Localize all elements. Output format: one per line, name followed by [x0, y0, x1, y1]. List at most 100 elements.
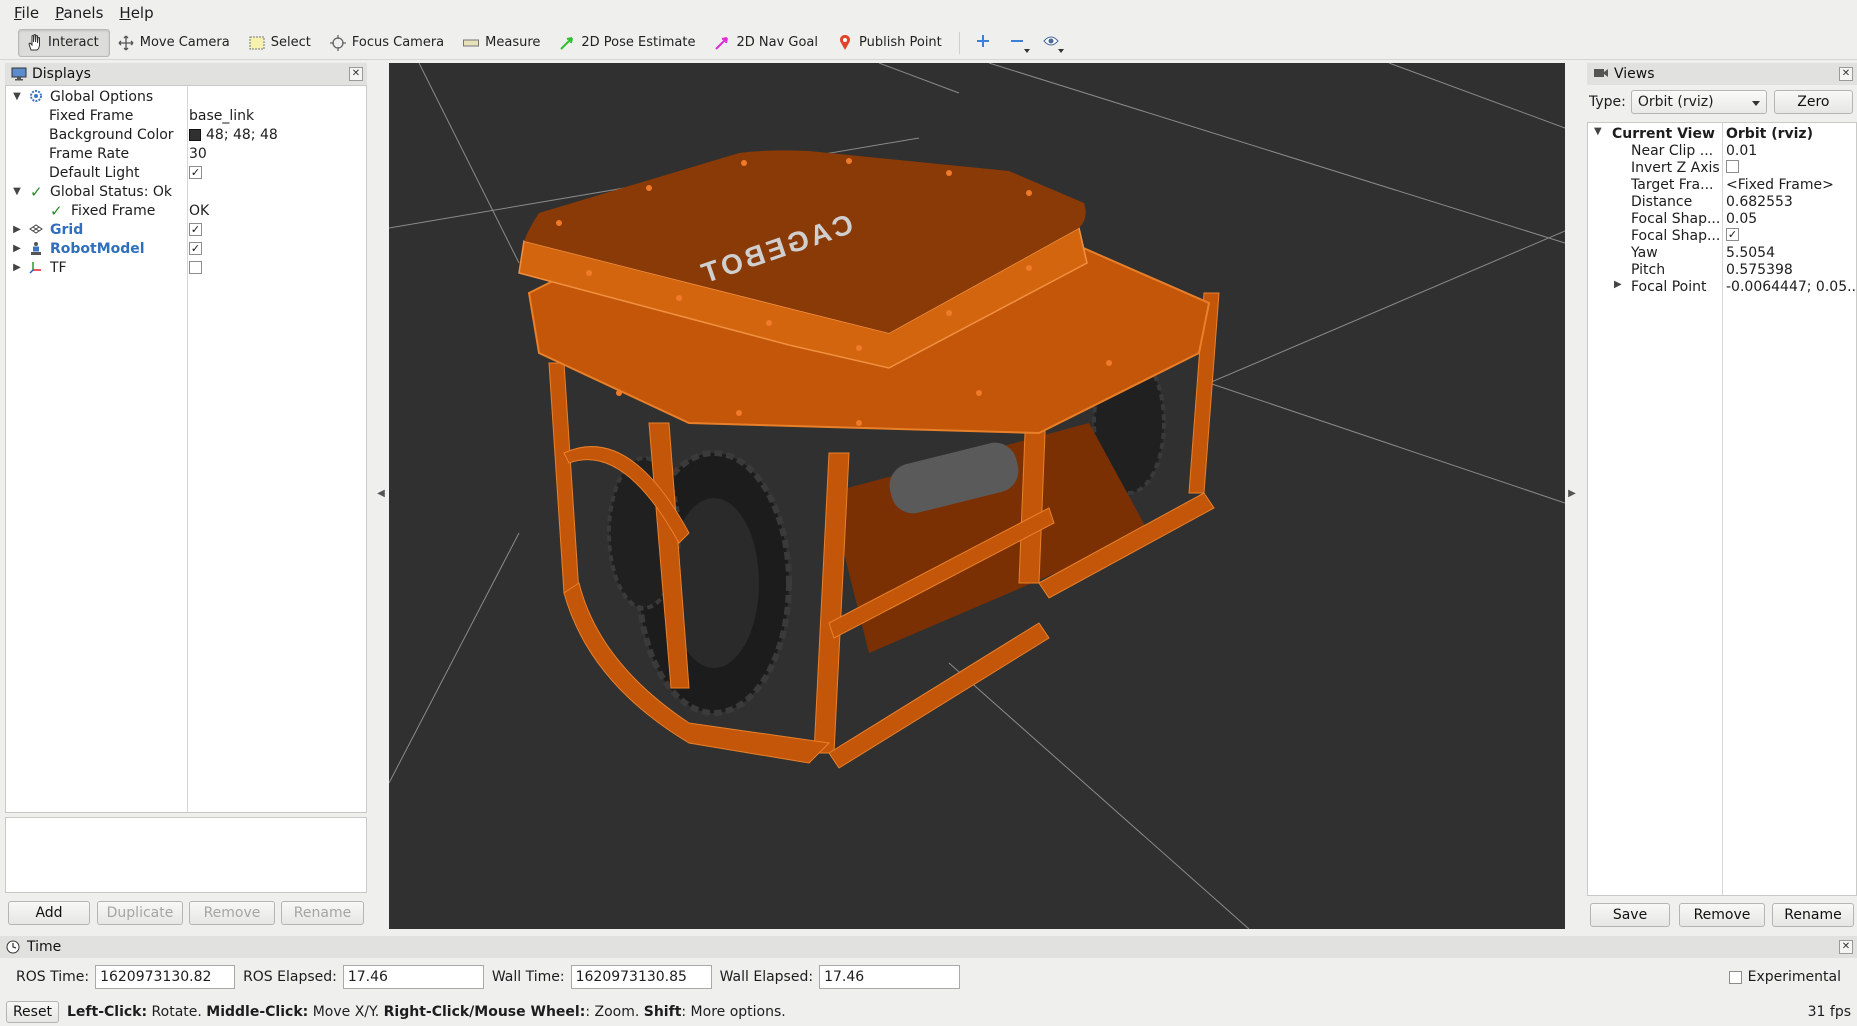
right-splitter-arrow-icon[interactable]: ▶	[1566, 488, 1578, 499]
collapse-arrow-icon[interactable]: ▼	[12, 186, 22, 197]
yaw-value[interactable]: 5.5054	[1726, 245, 1775, 261]
tree-row-distance[interactable]: Distance 0.682553	[1588, 194, 1856, 211]
expand-arrow-icon[interactable]: ▶	[1614, 279, 1622, 290]
tree-row-frame-rate[interactable]: Frame Rate 30	[6, 144, 366, 163]
tree-row-global-options[interactable]: ▼ Global Options	[6, 87, 366, 106]
close-icon[interactable]: ✕	[349, 67, 363, 81]
target-frame-value[interactable]: <Fixed Frame>	[1726, 177, 1834, 193]
tree-row-fixed-frame[interactable]: Fixed Frame base_link	[6, 106, 366, 125]
publish-point-button[interactable]: Publish Point	[829, 29, 953, 57]
left-splitter-arrow-icon[interactable]: ◀	[375, 488, 387, 499]
experimental-checkbox[interactable]	[1728, 970, 1742, 984]
frame-rate-value[interactable]: 30	[189, 146, 207, 162]
publish-point-label: Publish Point	[859, 35, 942, 50]
check-icon: ✓	[50, 201, 63, 220]
remove-tool-button[interactable]	[1000, 29, 1034, 57]
reset-button[interactable]: Reset	[6, 1001, 59, 1023]
distance-value[interactable]: 0.682553	[1726, 194, 1793, 210]
tree-row-grid[interactable]: ▶ Grid ✓	[6, 220, 366, 239]
axes-icon	[29, 260, 43, 278]
duplicate-display-button[interactable]: Duplicate	[97, 901, 183, 925]
tree-row-default-light[interactable]: Default Light ✓	[6, 163, 366, 182]
background-color-value[interactable]: 48; 48; 48	[189, 127, 278, 143]
interact-tool-button[interactable]: Interact	[18, 28, 110, 57]
tree-row-focal-shape-fixed[interactable]: Focal Shap... ✓	[1588, 228, 1856, 245]
tree-row-focal-point[interactable]: ▶ Focal Point -0.0064447; 0.05...	[1588, 279, 1857, 296]
focal-shape-size-value[interactable]: 0.05	[1726, 211, 1757, 227]
add-tool-button[interactable]	[966, 29, 1000, 57]
wall-elapsed-field[interactable]: 17.46	[819, 965, 961, 989]
ros-time-field[interactable]: 1620973130.82	[95, 965, 236, 989]
tree-row-robot-model[interactable]: ▶ RobotModel ✓	[6, 239, 366, 258]
default-light-checkbox[interactable]: ✓	[189, 166, 202, 179]
tree-row-current-view[interactable]: ▼ Current View Orbit (rviz)	[1588, 126, 1856, 143]
remove-view-button[interactable]: Remove	[1679, 903, 1765, 927]
panel-visibility-button[interactable]	[1034, 29, 1068, 57]
tree-row-near-clip[interactable]: Near Clip ... 0.01	[1588, 143, 1856, 160]
pitch-value[interactable]: 0.575398	[1726, 262, 1793, 278]
rename-view-button[interactable]: Rename	[1772, 903, 1854, 927]
background-color-label: Background Color	[49, 126, 174, 143]
robot-model-checkbox[interactable]: ✓	[189, 242, 202, 255]
tree-row-focal-shape-size[interactable]: Focal Shap... 0.05	[1588, 211, 1856, 228]
focal-shape-fixed-checkbox[interactable]: ✓	[1726, 228, 1739, 241]
expand-arrow-icon[interactable]: ▶	[12, 243, 22, 254]
ros-elapsed-field[interactable]: 17.46	[342, 965, 484, 989]
hint-middle-click-desc: Move X/Y.	[308, 1004, 384, 1020]
tree-row-pitch[interactable]: Pitch 0.575398	[1588, 262, 1856, 279]
render-viewport[interactable]: CAGEBOT	[389, 63, 1565, 929]
remove-display-button[interactable]: Remove	[189, 901, 275, 925]
hint-right-click: Right-Click/Mouse Wheel:	[383, 1004, 586, 1020]
current-view-label: Current View	[1612, 126, 1715, 142]
expand-arrow-icon[interactable]: ▶	[12, 224, 22, 235]
tf-label: TF	[50, 259, 67, 276]
zero-view-button[interactable]: Zero	[1773, 90, 1853, 114]
dropdown-arrow-icon	[1023, 48, 1030, 53]
background-color-text: 48; 48; 48	[206, 126, 278, 143]
collapse-arrow-icon[interactable]: ▼	[1594, 126, 1602, 137]
near-clip-value[interactable]: 0.01	[1726, 143, 1757, 159]
check-icon: ✓	[30, 182, 43, 201]
interact-label: Interact	[48, 35, 99, 50]
close-icon[interactable]: ✕	[1839, 940, 1853, 954]
focus-camera-button[interactable]: Focus Camera	[322, 29, 455, 57]
hint-shift: Shift	[643, 1004, 682, 1020]
tree-row-yaw[interactable]: Yaw 5.5054	[1588, 245, 1856, 262]
nav-goal-label: 2D Nav Goal	[736, 35, 819, 50]
ros-elapsed-label: ROS Elapsed:	[243, 969, 337, 985]
nav-goal-button[interactable]: 2D Nav Goal	[706, 29, 829, 57]
experimental-option[interactable]: Experimental	[1728, 969, 1841, 985]
add-display-button[interactable]: Add	[8, 901, 90, 925]
select-button[interactable]: Select	[241, 29, 322, 57]
menu-file[interactable]: File	[14, 4, 39, 22]
tree-row-invert-z[interactable]: Invert Z Axis	[1588, 160, 1856, 177]
wall-time-field[interactable]: 1620973130.85	[570, 965, 712, 989]
grid-checkbox[interactable]: ✓	[189, 223, 202, 236]
invert-z-checkbox[interactable]	[1726, 160, 1739, 173]
focal-point-value[interactable]: -0.0064447; 0.05...	[1726, 279, 1857, 295]
robot-model-label: RobotModel	[50, 240, 145, 257]
menu-panels[interactable]: Panels	[55, 4, 103, 22]
save-view-button[interactable]: Save	[1590, 903, 1670, 927]
rename-display-button[interactable]: Rename	[281, 901, 364, 925]
pose-estimate-button[interactable]: 2D Pose Estimate	[551, 29, 706, 57]
collapse-arrow-icon[interactable]: ▼	[12, 91, 22, 102]
view-type-select[interactable]: Orbit (rviz)	[1630, 90, 1767, 114]
tree-row-background-color[interactable]: Background Color 48; 48; 48	[6, 125, 366, 144]
measure-button[interactable]: Measure	[455, 29, 551, 57]
tree-row-status-fixed-frame[interactable]: ✓ Fixed Frame OK	[6, 201, 366, 220]
time-fields-row: ROS Time: 1620973130.82 ROS Elapsed: 17.…	[0, 960, 1857, 994]
move-camera-button[interactable]: Move Camera	[110, 29, 241, 57]
expand-arrow-icon[interactable]: ▶	[12, 262, 22, 273]
tree-row-global-status[interactable]: ▼ ✓ Global Status: Ok	[6, 182, 366, 201]
toolbar-separator	[958, 31, 960, 54]
tf-checkbox[interactable]	[189, 261, 202, 274]
menu-help[interactable]: Help	[119, 4, 153, 22]
close-icon[interactable]: ✕	[1839, 67, 1853, 81]
views-tree: ▼ Current View Orbit (rviz) Near Clip ..…	[1587, 122, 1857, 896]
fixed-frame-value[interactable]: base_link	[189, 108, 254, 124]
tree-row-target-frame[interactable]: Target Fra... <Fixed Frame>	[1588, 177, 1856, 194]
tree-row-tf[interactable]: ▶ TF	[6, 258, 366, 277]
invert-z-label: Invert Z Axis	[1631, 160, 1720, 176]
magenta-arrow-icon	[713, 34, 731, 52]
